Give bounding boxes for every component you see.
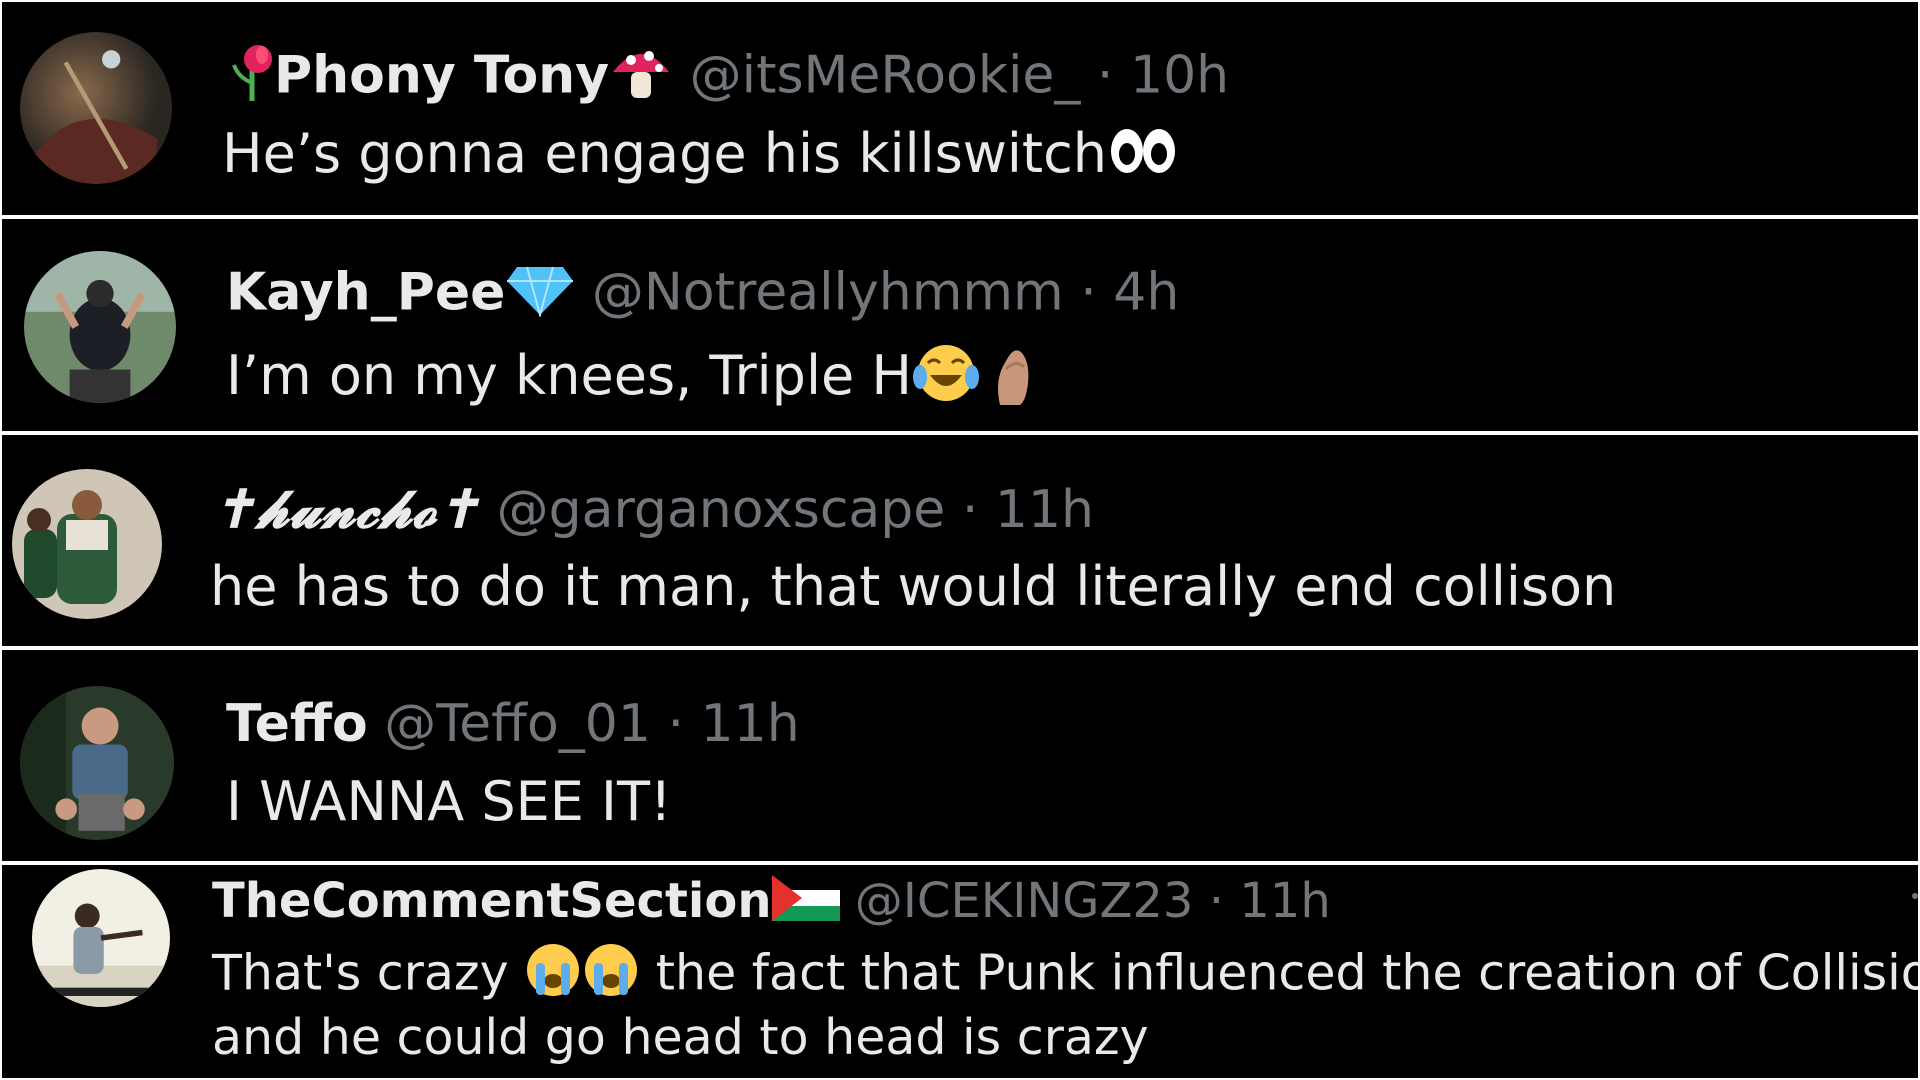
rose-wilted-icon	[230, 43, 274, 114]
pinched-fingers-icon	[980, 339, 1050, 420]
user-handle[interactable]: @ICEKINGZ23	[855, 873, 1194, 929]
more-options-icon[interactable]	[1912, 893, 1918, 899]
crying-face-icon	[582, 941, 640, 1011]
avatar-image	[32, 869, 170, 1007]
reply-header: Teffo @Teffo_01 · 11h	[226, 694, 800, 754]
timestamp[interactable]: 11h	[701, 694, 800, 754]
eyes-icon	[1107, 124, 1179, 191]
display-name[interactable]: Teffo	[226, 694, 368, 754]
display-name[interactable]: Kayh_Pee	[226, 263, 505, 323]
reply-text-continued: the fact that Punk influenced the creati…	[655, 944, 1918, 1002]
avatar[interactable]	[32, 869, 170, 1007]
user-handle[interactable]: @garganoxscape	[497, 480, 946, 540]
palestine-flag-icon	[771, 875, 840, 933]
avatar-image	[20, 686, 174, 840]
display-name[interactable]: Phony Tony	[274, 46, 609, 106]
user-handle[interactable]: @Teffo_01	[384, 694, 651, 754]
avatar[interactable]	[12, 469, 162, 619]
separator-dot: ·	[1080, 262, 1097, 323]
timestamp[interactable]: 11h	[1239, 873, 1331, 929]
display-name[interactable]: TheCommentSection	[212, 873, 772, 929]
reply-item[interactable]: Phony Tony @itsMeRookie_ · 10h He’s gonn…	[2, 2, 1918, 215]
user-handle[interactable]: @itsMeRookie_	[690, 46, 1081, 106]
laughing-tears-icon	[912, 341, 980, 418]
timestamp[interactable]: 4h	[1113, 263, 1179, 323]
reply-header: Kayh_Pee @Notreallyhmmm · 4h	[226, 261, 1179, 330]
reply-header: ✝𝓱𝓾𝓷𝓬𝓱𝓸✝ @garganoxscape · 11h	[212, 479, 1094, 541]
crying-face-icon	[524, 941, 582, 1011]
reply-text: That's crazy	[212, 944, 509, 1002]
reply-item[interactable]: ✝𝓱𝓾𝓷𝓬𝓱𝓸✝ @garganoxscape · 11h he has to …	[2, 435, 1918, 646]
reply-text: I WANNA SEE IT!	[226, 770, 672, 833]
separator-dot: ·	[1208, 873, 1224, 929]
reply-header: Phony Tony @itsMeRookie_ · 10h	[230, 42, 1229, 115]
reply-text-line: he has to do it man, that would literall…	[210, 555, 1616, 618]
avatar-image	[20, 32, 172, 184]
reply-text: he has to do it man, that would literall…	[210, 555, 1617, 618]
avatar[interactable]	[20, 686, 174, 840]
separator-dot: ·	[961, 480, 979, 540]
reply-text: He’s gonna engage his killswitch	[222, 122, 1107, 185]
reply-text: and he could go head to head is crazy	[212, 1009, 1149, 1066]
reply-header: TheCommentSection @ICEKINGZ23 · 11h	[212, 873, 1331, 933]
avatar[interactable]	[24, 251, 176, 403]
user-handle[interactable]: @Notreallyhmmm	[592, 263, 1064, 323]
avatar[interactable]	[20, 32, 172, 184]
gem-icon	[505, 261, 575, 330]
timestamp[interactable]: 11h	[995, 480, 1094, 540]
reply-text-line: He’s gonna engage his killswitch	[222, 122, 1179, 191]
reply-item[interactable]: Kayh_Pee @Notreallyhmmm · 4h I’m on my k…	[2, 219, 1918, 431]
reply-text-line-2: and he could go head to head is crazy	[212, 1009, 1149, 1066]
reply-text: I’m on my knees, Triple H	[226, 344, 912, 408]
timestamp[interactable]: 10h	[1130, 46, 1229, 106]
reply-text-line: I WANNA SEE IT!	[226, 770, 672, 833]
reply-item[interactable]: TheCommentSection @ICEKINGZ23 · 11h That…	[2, 865, 1918, 1078]
reply-text-line: That's crazy the fact that Punk influenc…	[212, 941, 1918, 1011]
reply-text-line: I’m on my knees, Triple H	[226, 339, 1050, 420]
avatar-image	[12, 469, 162, 619]
separator-dot: ·	[667, 694, 685, 754]
separator-dot: ·	[1096, 45, 1114, 106]
avatar-image	[24, 251, 176, 403]
mushroom-icon	[609, 42, 673, 115]
display-name[interactable]: ✝𝓱𝓾𝓷𝓬𝓱𝓸✝	[212, 479, 480, 540]
reply-item[interactable]: Teffo @Teffo_01 · 11h I WANNA SEE IT!	[2, 650, 1918, 861]
reply-feed: Phony Tony @itsMeRookie_ · 10h He’s gonn…	[0, 0, 1920, 1080]
